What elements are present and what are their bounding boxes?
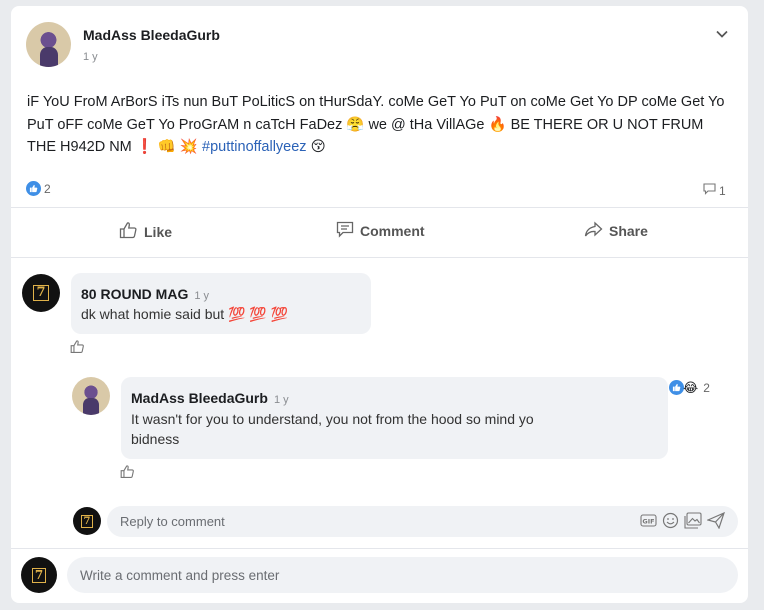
like-reaction-icon: [26, 181, 41, 196]
share-button[interactable]: Share: [584, 221, 648, 241]
post-author-name[interactable]: MadAss BleedaGurb: [83, 27, 220, 43]
gif-icon[interactable]: GIF: [640, 513, 657, 533]
divider: [11, 207, 748, 208]
chevron-down-icon[interactable]: [715, 27, 729, 46]
comment-count: 1: [719, 184, 726, 198]
post-timestamp[interactable]: 1 y: [83, 51, 98, 63]
reply-input-tools: GIF: [640, 511, 725, 534]
divider: [11, 257, 748, 258]
svg-text:GIF: GIF: [642, 518, 654, 526]
like-icon: [119, 221, 138, 242]
like-label: Like: [144, 223, 173, 240]
like-reaction-icon: [669, 380, 684, 395]
reply-author[interactable]: MadAss BleedaGurb: [131, 390, 268, 406]
reply-input-avatar: 7: [73, 507, 101, 535]
avatar-logo-mark: 7: [80, 514, 94, 528]
emoji-icon[interactable]: [662, 512, 679, 534]
post-hashtag[interactable]: #puttinoffallyeez: [202, 139, 307, 155]
author-avatar[interactable]: [26, 22, 71, 67]
comment-label: Comment: [360, 223, 425, 239]
comment-timestamp[interactable]: 1 y: [194, 290, 209, 302]
comment-icon: [336, 221, 354, 241]
reply-reactions[interactable]: 😂 2: [669, 380, 710, 395]
avatar-logo-mark: 7: [31, 567, 47, 583]
comment-text: dk what homie said but 💯 💯 💯: [81, 306, 289, 322]
reply-author-avatar[interactable]: [72, 377, 110, 415]
reply-input-placeholder: Reply to comment: [120, 514, 225, 529]
post-card: MadAss BleedaGurb 1 y iF YoU FroM ArBorS…: [11, 6, 748, 603]
comment-input-avatar: 7: [21, 557, 57, 593]
reaction-summary[interactable]: 2: [26, 181, 51, 196]
post-text-emoji: 😚: [310, 139, 326, 155]
share-label: Share: [609, 223, 648, 239]
reply-text: It wasn't for you to understand, you not…: [131, 411, 534, 447]
comment-count-summary[interactable]: 1: [703, 182, 726, 200]
post-text-body: iF YoU FroM ArBorS iTs nun BuT PoLiticS …: [27, 94, 725, 155]
comment-bubble-icon: [703, 182, 716, 200]
comment-like-icon[interactable]: [70, 339, 85, 359]
avatar-logo-mark: 7: [33, 285, 49, 301]
reaction-count: 2: [44, 181, 51, 196]
commenter-avatar[interactable]: 7: [22, 274, 60, 312]
reply-header: MadAss BleedaGurb 1 y: [131, 390, 289, 406]
reply-reaction-count: 2: [703, 380, 710, 395]
comment-header: 80 ROUND MAG 1 y: [81, 286, 209, 302]
comment-input[interactable]: Write a comment and press enter: [67, 557, 738, 593]
share-icon: [584, 221, 603, 241]
reply-like-icon[interactable]: [120, 464, 135, 484]
divider: [11, 548, 748, 549]
send-icon[interactable]: [706, 511, 725, 534]
reply-timestamp[interactable]: 1 y: [274, 394, 289, 406]
photo-icon[interactable]: [684, 512, 702, 534]
laugh-reaction-icon: 😂: [683, 380, 699, 395]
like-button[interactable]: Like: [119, 221, 172, 242]
post-text: iF YoU FroM ArBorS iTs nun BuT PoLiticS …: [27, 91, 732, 159]
comment-input-placeholder: Write a comment and press enter: [80, 567, 280, 583]
comment-author[interactable]: 80 ROUND MAG: [81, 286, 188, 302]
comment-button[interactable]: Comment: [336, 221, 425, 241]
